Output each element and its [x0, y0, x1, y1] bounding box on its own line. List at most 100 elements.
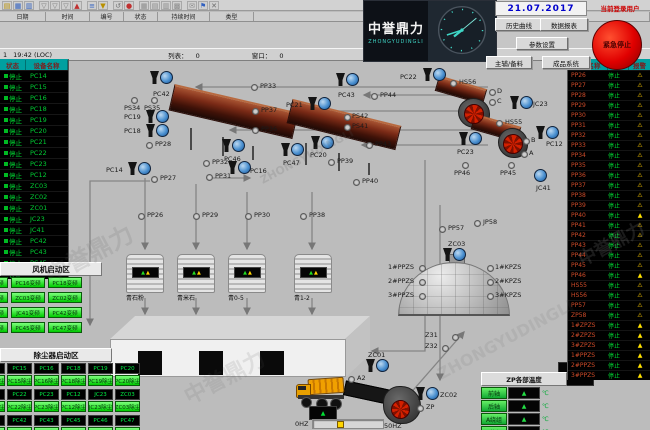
indicator-dot-2#kpzs[interactable]	[487, 279, 494, 286]
fan-start-button[interactable]: PC18变频	[48, 277, 82, 288]
indicator-dot-pp44[interactable]	[371, 93, 378, 100]
mail-icon[interactable]: ✉	[187, 1, 197, 10]
fan-start-button[interactable]: ZC02变频	[48, 292, 82, 303]
device-row[interactable]: PP42停止⚠	[568, 230, 650, 240]
indicator-dot-pp40[interactable]	[353, 179, 360, 186]
filter-2-icon[interactable]: ▽	[50, 1, 60, 10]
dust-start-button[interactable]: JC23除尘	[88, 401, 113, 412]
flag-icon[interactable]: ⚑	[198, 1, 208, 10]
device-row[interactable]: 1#PPZS停止▲	[568, 350, 650, 360]
dust-start-button[interactable]: PC18除尘	[61, 375, 86, 386]
indicator-dot-c[interactable]	[489, 99, 496, 106]
equipment-pc21[interactable]	[308, 97, 331, 110]
frequency-slider[interactable]	[312, 419, 384, 429]
indicator-dot-ps35[interactable]	[151, 97, 158, 104]
indicator-dot-pp29[interactable]	[193, 213, 200, 220]
device-row[interactable]: 停止PC20	[0, 125, 68, 136]
indicator-dot-z32[interactable]	[442, 345, 449, 352]
list-icon[interactable]: ≡	[87, 1, 97, 10]
device-row[interactable]: 停止PC22	[0, 147, 68, 158]
device-row[interactable]: HS56停止⚠	[568, 290, 650, 300]
indicator-dot-1#ppzs[interactable]	[419, 265, 426, 272]
indicator-dot-3#ppzs[interactable]	[419, 293, 426, 300]
stop-icon[interactable]: ●	[124, 1, 134, 10]
dust-start-button[interactable]: PC12除尘	[61, 401, 86, 412]
indicator-dot-pp43[interactable]	[366, 142, 373, 149]
indicator-dot-ps42[interactable]	[344, 114, 351, 121]
dust-start-button[interactable]: ZC03除尘	[115, 401, 140, 412]
device-row[interactable]: 停止ZC03	[0, 180, 68, 191]
indicator-dot-pp39[interactable]	[328, 159, 335, 166]
device-row[interactable]: 停止PC42	[0, 235, 68, 246]
device-row[interactable]: PP43停止⚠	[568, 240, 650, 250]
equipment-pc18[interactable]	[146, 124, 169, 137]
device-row[interactable]: 停止PC21	[0, 136, 68, 147]
device-row[interactable]: 2#PPZS停止▲	[568, 360, 650, 370]
device-row[interactable]: 1#ZPZS停止▲	[568, 320, 650, 330]
equipment-pc46[interactable]	[222, 139, 245, 152]
device-row[interactable]: 停止PC23	[0, 158, 68, 169]
indicator-dot-ps34[interactable]	[131, 97, 138, 104]
device-row[interactable]: 停止PC12	[0, 169, 68, 180]
equipment-jc23[interactable]	[510, 96, 533, 109]
ack-icon[interactable]: ▲	[72, 1, 82, 10]
dust-start-button[interactable]: PC19除尘	[88, 375, 113, 386]
device-row[interactable]: 停止ZC01	[0, 202, 68, 213]
device-row[interactable]: PP30停止⚠	[568, 110, 650, 120]
grid-1-icon[interactable]: ▦	[139, 1, 149, 10]
fan-start-button[interactable]: PC14变频	[0, 277, 8, 288]
device-row[interactable]: 停止JC23	[0, 213, 68, 224]
device-row[interactable]: PP27停止⚠	[568, 80, 650, 90]
indicator-dot-pp32[interactable]	[203, 160, 210, 167]
device-row[interactable]: 2#ZPZS停止▲	[568, 330, 650, 340]
equipment-zc03[interactable]	[443, 248, 466, 261]
indicator-dot-pp45[interactable]	[508, 162, 515, 169]
device-row[interactable]: PP57停止⚠	[568, 300, 650, 310]
device-row[interactable]: 3#ZPZS停止▲	[568, 340, 650, 350]
indicator-dot-pp36[interactable]	[252, 127, 259, 134]
indicator-dot-hs55[interactable]	[496, 120, 503, 127]
device-row[interactable]: PP41停止⚠	[568, 220, 650, 230]
indicator-dot-zp[interactable]	[417, 405, 424, 412]
indicator-dot-b[interactable]	[523, 138, 530, 145]
grid-3-icon[interactable]: ▥	[161, 1, 171, 10]
fan-start-button[interactable]: PC47变频	[48, 322, 82, 333]
equipment-pc20[interactable]	[311, 136, 334, 149]
product-system-button[interactable]: 成品系统	[542, 56, 590, 69]
data-report-button[interactable]: 数据报表	[540, 18, 588, 31]
indicator-dot-pp33[interactable]	[251, 84, 258, 91]
device-row[interactable]: PP29停止⚠	[568, 100, 650, 110]
equipment-pc14[interactable]	[128, 162, 151, 175]
device-row[interactable]: ZP58停止⚠	[568, 310, 650, 320]
save-icon[interactable]: ▥	[24, 1, 34, 10]
indicator-dot-pp38[interactable]	[300, 213, 307, 220]
device-row[interactable]: PP38停止⚠	[568, 190, 650, 200]
indicator-dot-pp27[interactable]	[151, 176, 158, 183]
alarm-column-4[interactable]: 状态	[124, 12, 158, 21]
indicator-dot-hs56[interactable]	[450, 80, 457, 87]
device-row[interactable]: 停止PC19	[0, 114, 68, 125]
indicator-dot-1#kpzs[interactable]	[487, 265, 494, 272]
device-row[interactable]: 3#PPZS停止▲	[568, 370, 650, 380]
main-aux-button[interactable]: 主辅/备料	[486, 56, 532, 69]
dust-start-button[interactable]: PC14除尘	[0, 375, 5, 386]
filter-1-icon[interactable]: ▽	[39, 1, 49, 10]
device-row[interactable]: PP32停止⚠	[568, 130, 650, 140]
dust-start-button[interactable]: PC22除尘	[7, 401, 32, 412]
equipment-zc01[interactable]	[366, 359, 389, 372]
device-row[interactable]: PP46停止▲	[568, 270, 650, 280]
filter-3-icon[interactable]: ▽	[61, 1, 71, 10]
equipment-pc16[interactable]	[228, 161, 251, 174]
equipment-pc22[interactable]	[423, 68, 446, 81]
refresh-icon[interactable]: ↺	[113, 1, 123, 10]
indicator-dot-d[interactable]	[489, 89, 496, 96]
alarm-column-5[interactable]: 持续时间	[158, 12, 210, 21]
dust-start-button[interactable]: PC15除尘	[7, 375, 32, 386]
close-icon[interactable]: ✕	[209, 1, 219, 10]
device-row[interactable]: 停止ZC02	[0, 191, 68, 202]
open-icon[interactable]: ▦	[13, 1, 23, 10]
grid-2-icon[interactable]: ▤	[150, 1, 160, 10]
indicator-dot-pp37[interactable]	[252, 108, 259, 115]
equipment-jc41[interactable]	[534, 169, 547, 182]
fan-start-button[interactable]: ZC01变频	[0, 307, 8, 318]
